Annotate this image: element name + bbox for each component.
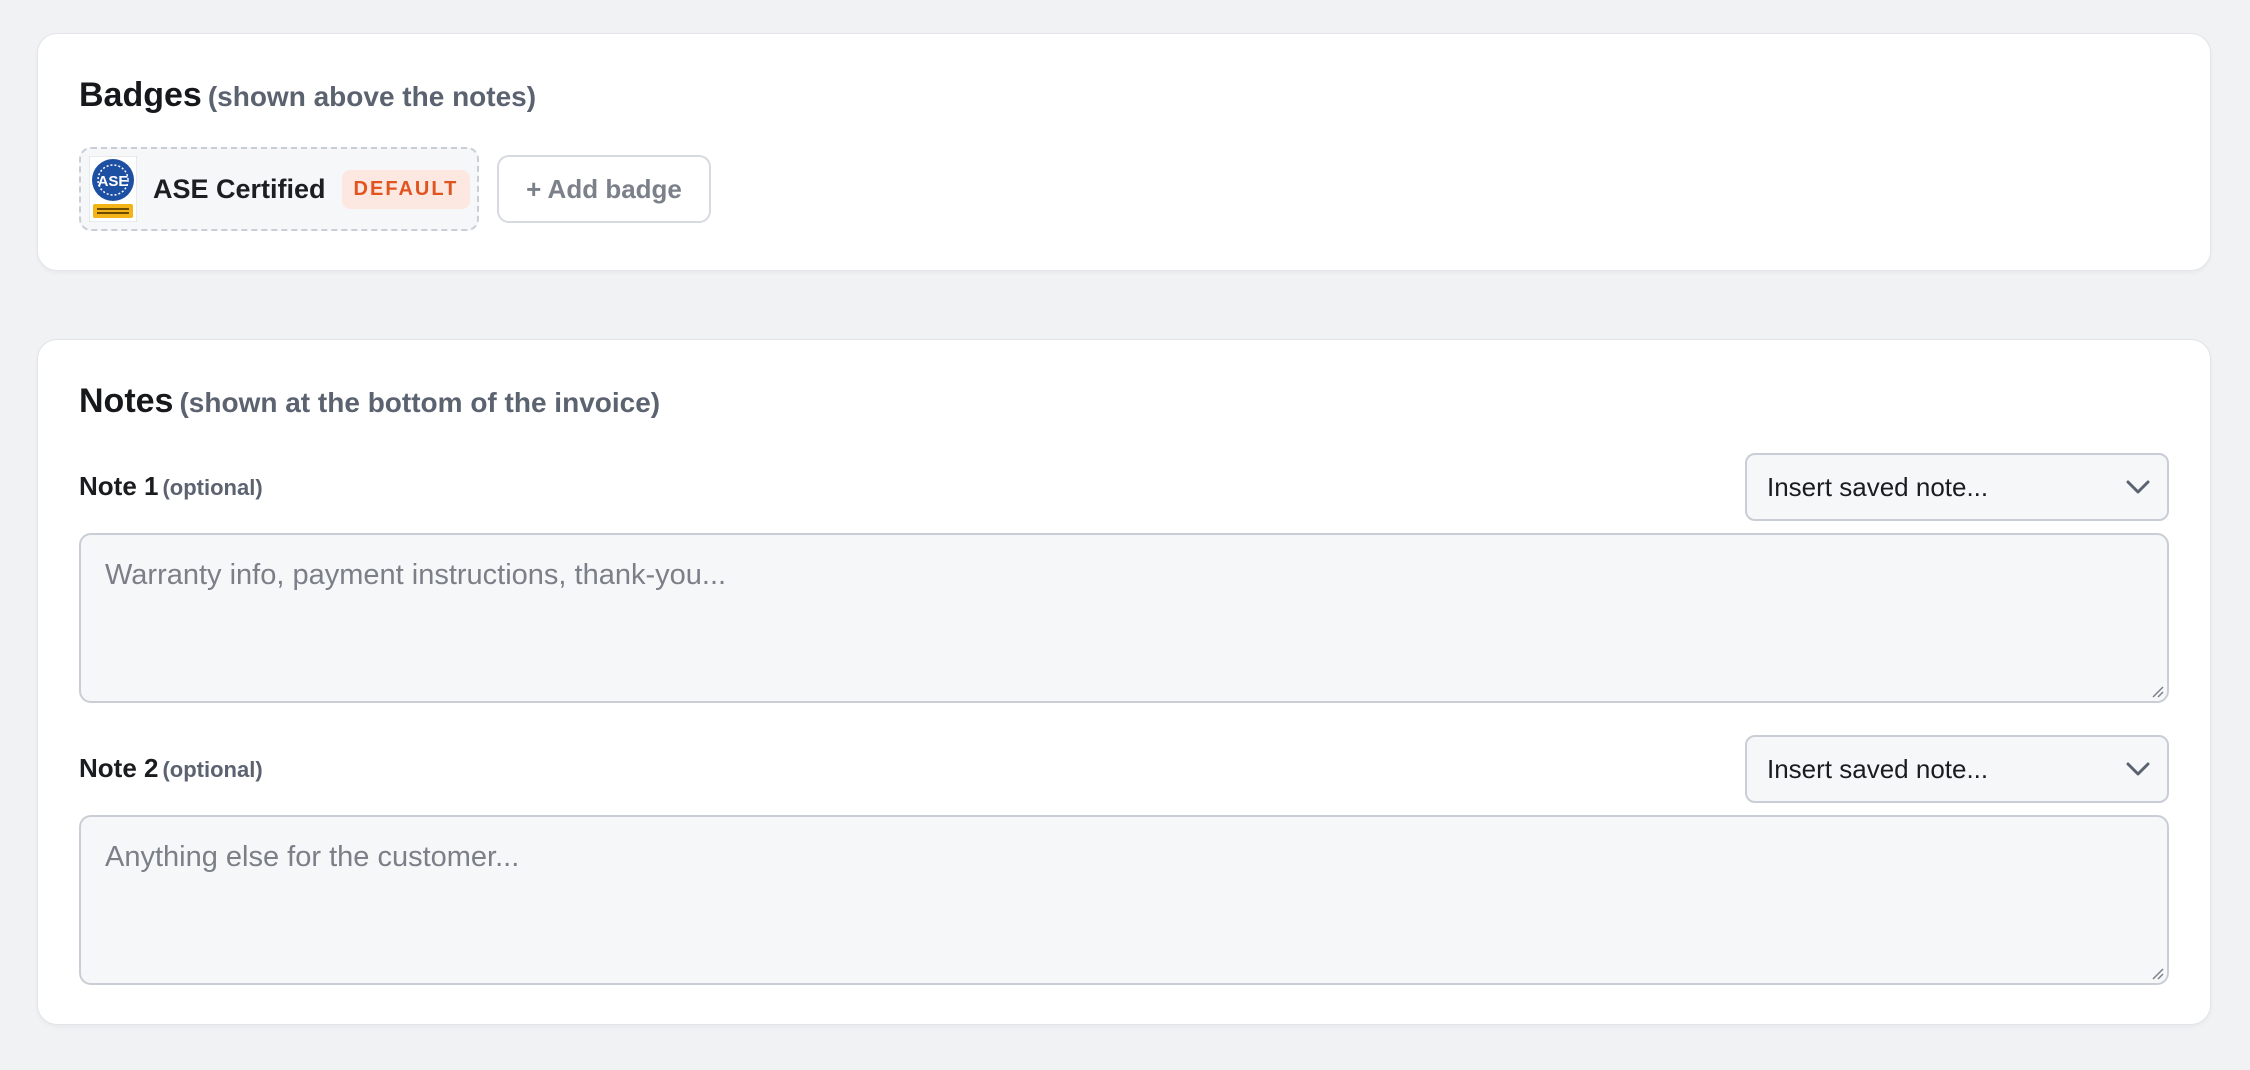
notes-card: Notes (shown at the bottom of the invoice…: [37, 339, 2211, 1025]
note-2-saved-note-select[interactable]: Insert saved note...: [1745, 735, 2169, 803]
note-1-label-text: Note 1: [79, 471, 159, 501]
badges-subtitle: (shown above the notes): [207, 81, 537, 112]
note-1-placeholder: Warranty info, payment instructions, tha…: [105, 559, 727, 591]
note-1-saved-note-select[interactable]: Insert saved note...: [1745, 453, 2169, 521]
resize-handle-icon[interactable]: [2150, 966, 2164, 980]
ase-logo-text: ASE: [98, 173, 129, 190]
chevron-down-icon: [2126, 762, 2150, 776]
note-2-label: Note 2 (optional): [79, 753, 263, 784]
note-2-optional-hint: (optional): [162, 757, 263, 782]
note-2-select-value: Insert saved note...: [1767, 753, 1989, 784]
badge-chip-ase-certified[interactable]: ASE ASE Certified DEFAULT: [79, 147, 479, 231]
default-tag-badge: DEFAULT: [341, 169, 471, 209]
badges-card: Badges (shown above the notes) ASE ASE Ce…: [37, 33, 2211, 271]
note-2-textarea[interactable]: Anything else for the customer...: [79, 815, 2169, 985]
add-badge-button[interactable]: + Add badge: [497, 155, 711, 223]
notes-heading: Notes: [79, 382, 174, 420]
note-1-optional-hint: (optional): [162, 475, 263, 500]
note-2-placeholder: Anything else for the customer...: [105, 841, 520, 873]
notes-subtitle: (shown at the bottom of the invoice): [179, 387, 661, 418]
note-1-label: Note 1 (optional): [79, 471, 263, 502]
note-2-label-text: Note 2: [79, 753, 159, 783]
note-1-select-value: Insert saved note...: [1767, 471, 1989, 502]
badges-title: Badges (shown above the notes): [79, 76, 536, 115]
resize-handle-icon[interactable]: [2150, 684, 2164, 698]
ase-certified-logo-icon: ASE: [89, 156, 137, 222]
chevron-down-icon: [2126, 480, 2150, 494]
note-1-textarea[interactable]: Warranty info, payment instructions, tha…: [79, 533, 2169, 703]
notes-title: Notes (shown at the bottom of the invoice…: [79, 382, 660, 421]
badges-heading: Badges: [79, 76, 202, 114]
badge-name: ASE Certified: [153, 173, 326, 204]
